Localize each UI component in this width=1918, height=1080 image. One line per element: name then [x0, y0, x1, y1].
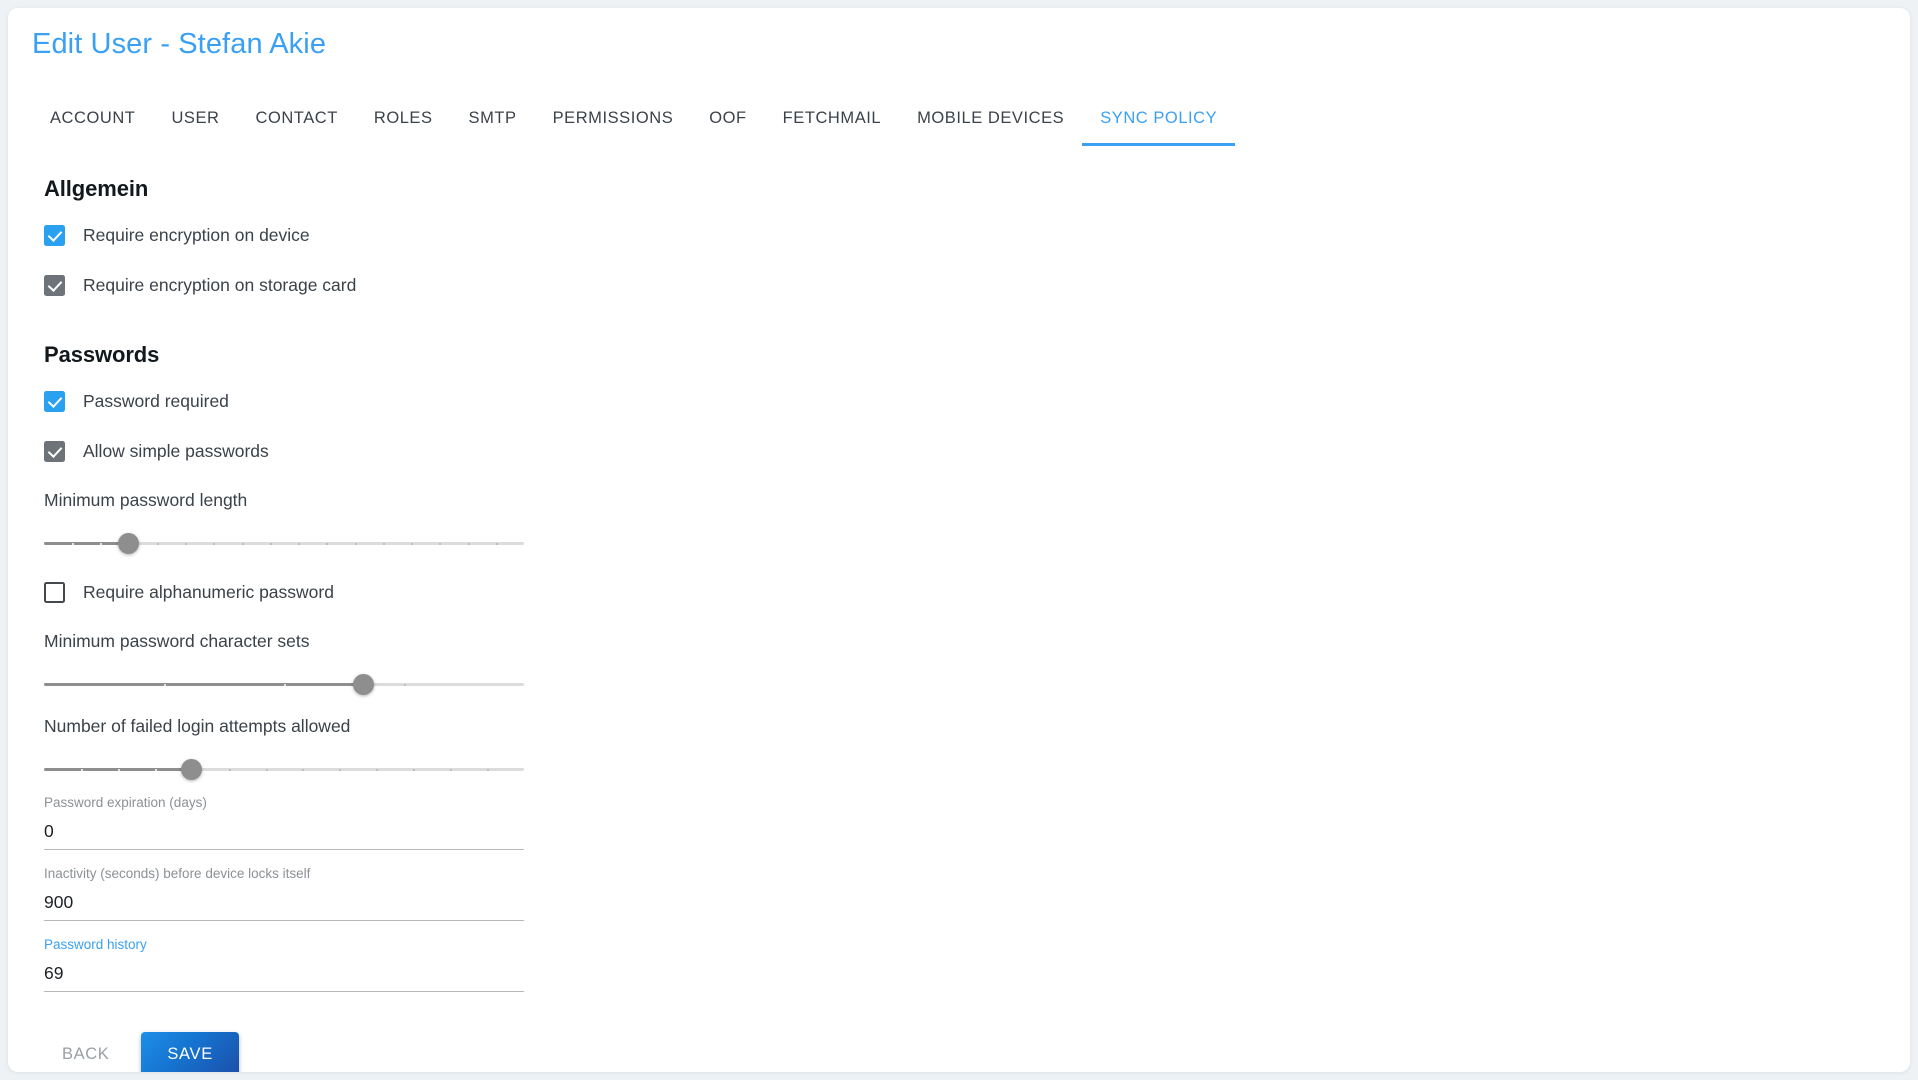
general-checkbox-group: Require encryption on device Require encr… — [44, 218, 564, 302]
slider-tick — [154, 768, 157, 771]
slider-tick — [339, 768, 342, 771]
slider-tick — [265, 768, 268, 771]
slider-block-minimum-password-character-sets: Minimum password character sets — [44, 631, 564, 695]
slider-block-minimum-password-length: Minimum password length — [44, 490, 564, 554]
checkbox-label-password-required: Password required — [83, 390, 229, 411]
slider-group-number-of-failed-login-attempts-allowed: Number of failed login attempts allowed — [44, 716, 564, 780]
slider-group-minimum-password-character-sets: Minimum password character sets — [44, 631, 564, 695]
slider-tick — [495, 542, 498, 545]
checkbox-label-require-encryption-on-device: Require encryption on device — [83, 224, 310, 245]
tab-contact[interactable]: CONTACT — [237, 90, 355, 146]
field-password-expiration-days[interactable]: Password expiration (days) 0 — [44, 795, 524, 850]
checkbox-label-allow-simple-passwords: Allow simple passwords — [83, 440, 269, 461]
checkbox-row-password-required[interactable]: Password required — [44, 384, 564, 418]
checkbox-row-require-alphanumeric-password[interactable]: Require alphanumeric password — [44, 575, 564, 609]
slider-tick — [404, 683, 406, 686]
tab-oof[interactable]: OOF — [691, 90, 764, 146]
tab-user[interactable]: USER — [153, 90, 237, 146]
slider-number-of-failed-login-attempts-allowed[interactable] — [44, 759, 524, 780]
checkbox-password-required[interactable] — [44, 390, 65, 412]
edit-user-card: Edit User - Stefan Akie ACCOUNT USER CONTA… — [8, 8, 1910, 1072]
slider-block-failed-login-attempts: Number of failed login attempts allowed — [44, 716, 564, 780]
sync-policy-form: Allgemein Require encryption on device Re… — [44, 176, 564, 1072]
field-input-password-expiration-days[interactable]: 0 — [44, 820, 524, 842]
back-button[interactable]: BACK — [44, 1033, 127, 1072]
slider-tick — [213, 542, 216, 545]
slider-thumb-number-of-failed-login-attempts-allowed[interactable] — [181, 759, 203, 780]
slider-tick — [156, 542, 159, 545]
slider-tick — [411, 542, 414, 545]
tab-permissions[interactable]: PERMISSIONS — [535, 90, 692, 146]
slider-group-minimum-password-length: Minimum password length — [44, 490, 564, 554]
passwords-checkbox-group-bottom: Require alphanumeric password — [44, 575, 564, 609]
checkbox-require-encryption-on-device[interactable] — [44, 224, 65, 246]
tab-bar: ACCOUNT USER CONTACT ROLES SMTP PERMISSIONS OO… — [32, 90, 1236, 146]
field-input-inactivity-seconds-before-device-locks-itself[interactable]: 900 — [44, 891, 524, 913]
slider-tick — [382, 542, 385, 545]
slider-tick — [185, 542, 188, 545]
field-inactivity-seconds-before-device-locks-itself[interactable]: Inactivity (seconds) before device locks… — [44, 866, 524, 921]
tab-smtp[interactable]: SMTP — [451, 90, 535, 146]
field-input-password-history[interactable]: 69 — [44, 962, 524, 984]
password-fields-group: Password expiration (days) 0 Inactivity (s… — [44, 795, 564, 992]
slider-tick — [72, 542, 75, 545]
slider-tick — [487, 768, 490, 771]
slider-tick — [298, 542, 301, 545]
tab-sync-policy[interactable]: SYNC POLICY — [1082, 90, 1236, 146]
tab-mobile-devices[interactable]: MOBILE DEVICES — [899, 90, 1082, 146]
field-label-password-history: Password history — [44, 937, 147, 952]
slider-thumb-minimum-password-length[interactable] — [118, 533, 140, 554]
slider-tick — [117, 768, 120, 771]
form-actions: BACK SAVE — [44, 1032, 564, 1072]
tab-roles[interactable]: ROLES — [356, 90, 451, 146]
slider-thumb-minimum-password-character-sets[interactable] — [353, 674, 375, 695]
slider-tick — [467, 542, 470, 545]
slider-tick — [326, 542, 329, 545]
slider-ticks — [44, 683, 524, 686]
checkbox-row-require-encryption-on-device[interactable]: Require encryption on device — [44, 218, 564, 252]
slider-tick — [284, 683, 286, 686]
save-button[interactable]: SAVE — [141, 1032, 239, 1072]
slider-tick — [228, 768, 231, 771]
slider-tick — [302, 768, 305, 771]
slider-ticks — [44, 768, 524, 771]
page-title: Edit User - Stefan Akie — [32, 28, 327, 60]
slider-tick — [439, 542, 442, 545]
slider-tick — [450, 768, 453, 771]
checkbox-allow-simple-passwords[interactable] — [44, 440, 65, 462]
slider-label-minimum-password-character-sets: Minimum password character sets — [44, 631, 310, 651]
slider-tick — [354, 542, 357, 545]
slider-minimum-password-length[interactable] — [44, 533, 524, 554]
slider-tick — [269, 542, 272, 545]
field-label-inactivity-seconds-before-device-locks-itself: Inactivity (seconds) before device locks… — [44, 866, 311, 881]
slider-minimum-password-character-sets[interactable] — [44, 674, 524, 695]
tab-account[interactable]: ACCOUNT — [32, 90, 153, 146]
checkbox-label-require-alphanumeric-password: Require alphanumeric password — [83, 581, 334, 602]
tab-fetchmail[interactable]: FETCHMAIL — [765, 90, 899, 146]
slider-tick — [376, 768, 379, 771]
slider-tick — [164, 683, 166, 686]
slider-tick — [413, 768, 416, 771]
section-heading-passwords: Passwords — [44, 342, 160, 367]
slider-tick — [100, 542, 103, 545]
slider-tick — [241, 542, 244, 545]
field-password-history[interactable]: Password history 69 — [44, 937, 524, 992]
slider-ticks — [44, 542, 524, 545]
field-label-password-expiration-days: Password expiration (days) — [44, 795, 207, 810]
passwords-checkbox-group-top: Password required Allow simple passwords — [44, 384, 564, 468]
checkbox-require-alphanumeric-password[interactable] — [44, 581, 65, 603]
checkbox-row-allow-simple-passwords[interactable]: Allow simple passwords — [44, 434, 564, 468]
section-heading-general: Allgemein — [44, 176, 149, 201]
slider-label-minimum-password-length: Minimum password length — [44, 490, 248, 510]
slider-label-number-of-failed-login-attempts-allowed: Number of failed login attempts allowed — [44, 716, 351, 736]
checkbox-label-require-encryption-on-storage-card: Require encryption on storage card — [83, 274, 357, 295]
checkbox-require-encryption-on-storage-card[interactable] — [44, 274, 65, 296]
checkbox-row-require-encryption-on-storage-card[interactable]: Require encryption on storage card — [44, 268, 564, 302]
slider-tick — [80, 768, 83, 771]
